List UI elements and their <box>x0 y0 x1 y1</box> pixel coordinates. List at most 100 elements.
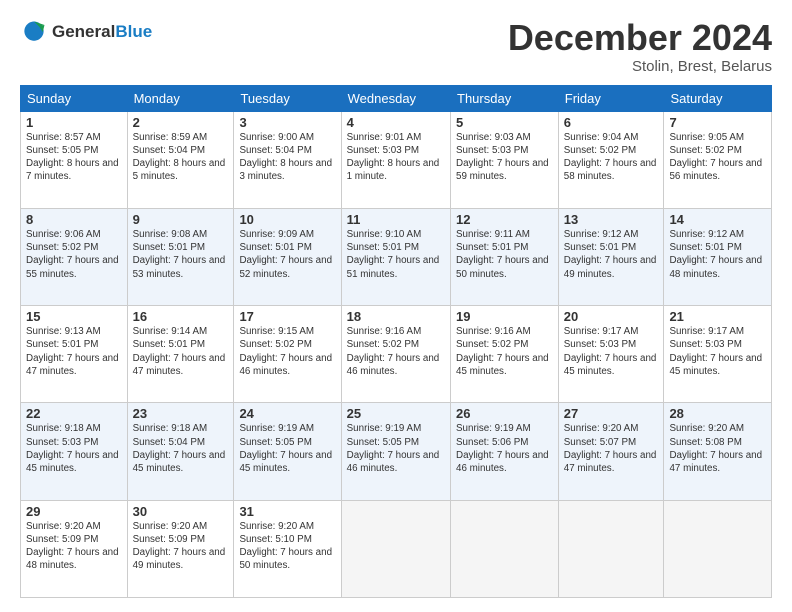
calendar-cell: 15Sunrise: 9:13 AMSunset: 5:01 PMDayligh… <box>21 306 128 403</box>
day-number: 15 <box>26 309 122 324</box>
day-number: 18 <box>347 309 445 324</box>
calendar-cell: 17Sunrise: 9:15 AMSunset: 5:02 PMDayligh… <box>234 306 341 403</box>
day-info: Sunrise: 9:20 AMSunset: 5:08 PMDaylight:… <box>669 422 766 475</box>
calendar-cell: 31Sunrise: 9:20 AMSunset: 5:10 PMDayligh… <box>234 500 341 597</box>
day-info: Sunrise: 9:14 AMSunset: 5:01 PMDaylight:… <box>133 325 229 378</box>
calendar-table: Sunday Monday Tuesday Wednesday Thursday… <box>20 85 772 598</box>
calendar-cell: 18Sunrise: 9:16 AMSunset: 5:02 PMDayligh… <box>341 306 450 403</box>
calendar-cell: 6Sunrise: 9:04 AMSunset: 5:02 PMDaylight… <box>558 111 664 208</box>
day-info: Sunrise: 9:16 AMSunset: 5:02 PMDaylight:… <box>347 325 445 378</box>
day-number: 5 <box>456 115 553 130</box>
day-info: Sunrise: 9:04 AMSunset: 5:02 PMDaylight:… <box>564 131 659 184</box>
calendar-cell: 30Sunrise: 9:20 AMSunset: 5:09 PMDayligh… <box>127 500 234 597</box>
day-number: 24 <box>239 406 335 421</box>
day-info: Sunrise: 9:19 AMSunset: 5:05 PMDaylight:… <box>239 422 335 475</box>
calendar-cell: 2Sunrise: 8:59 AMSunset: 5:04 PMDaylight… <box>127 111 234 208</box>
day-number: 23 <box>133 406 229 421</box>
day-info: Sunrise: 9:06 AMSunset: 5:02 PMDaylight:… <box>26 228 122 281</box>
day-info: Sunrise: 9:13 AMSunset: 5:01 PMDaylight:… <box>26 325 122 378</box>
calendar-cell: 24Sunrise: 9:19 AMSunset: 5:05 PMDayligh… <box>234 403 341 500</box>
col-monday: Monday <box>127 85 234 111</box>
day-info: Sunrise: 8:57 AMSunset: 5:05 PMDaylight:… <box>26 131 122 184</box>
col-thursday: Thursday <box>451 85 559 111</box>
calendar-cell: 10Sunrise: 9:09 AMSunset: 5:01 PMDayligh… <box>234 208 341 305</box>
day-number: 28 <box>669 406 766 421</box>
calendar-cell: 3Sunrise: 9:00 AMSunset: 5:04 PMDaylight… <box>234 111 341 208</box>
day-number: 12 <box>456 212 553 227</box>
calendar-cell: 26Sunrise: 9:19 AMSunset: 5:06 PMDayligh… <box>451 403 559 500</box>
calendar-cell: 11Sunrise: 9:10 AMSunset: 5:01 PMDayligh… <box>341 208 450 305</box>
day-number: 17 <box>239 309 335 324</box>
page: GeneralBlue December 2024 Stolin, Brest,… <box>0 0 792 612</box>
day-info: Sunrise: 9:18 AMSunset: 5:04 PMDaylight:… <box>133 422 229 475</box>
day-number: 11 <box>347 212 445 227</box>
day-number: 6 <box>564 115 659 130</box>
day-number: 2 <box>133 115 229 130</box>
col-saturday: Saturday <box>664 85 772 111</box>
calendar-week-3: 15Sunrise: 9:13 AMSunset: 5:01 PMDayligh… <box>21 306 772 403</box>
day-info: Sunrise: 9:08 AMSunset: 5:01 PMDaylight:… <box>133 228 229 281</box>
day-number: 30 <box>133 504 229 519</box>
day-info: Sunrise: 9:20 AMSunset: 5:07 PMDaylight:… <box>564 422 659 475</box>
day-info: Sunrise: 9:17 AMSunset: 5:03 PMDaylight:… <box>669 325 766 378</box>
calendar-cell: 27Sunrise: 9:20 AMSunset: 5:07 PMDayligh… <box>558 403 664 500</box>
calendar-week-5: 29 Sunrise: 9:20 AMSunset: 5:09 PMDayligh… <box>21 500 772 597</box>
title-section: December 2024 Stolin, Brest, Belarus <box>508 18 772 75</box>
calendar-cell <box>664 500 772 597</box>
day-number: 29 <box>26 504 122 519</box>
calendar-cell <box>558 500 664 597</box>
calendar-cell: 13Sunrise: 9:12 AMSunset: 5:01 PMDayligh… <box>558 208 664 305</box>
calendar-cell: 1Sunrise: 8:57 AMSunset: 5:05 PMDaylight… <box>21 111 128 208</box>
day-number: 19 <box>456 309 553 324</box>
calendar-week-1: 1Sunrise: 8:57 AMSunset: 5:05 PMDaylight… <box>21 111 772 208</box>
col-friday: Friday <box>558 85 664 111</box>
day-number: 31 <box>239 504 335 519</box>
day-info: Sunrise: 9:15 AMSunset: 5:02 PMDaylight:… <box>239 325 335 378</box>
calendar-cell: 29Sunrise: 9:20 AMSunset: 5:09 PMDayligh… <box>21 500 128 597</box>
day-info: Sunrise: 9:20 AMSunset: 5:09 PMDaylight:… <box>133 520 229 573</box>
day-info: Sunrise: 9:16 AMSunset: 5:02 PMDaylight:… <box>456 325 553 378</box>
day-number: 25 <box>347 406 445 421</box>
header-row: Sunday Monday Tuesday Wednesday Thursday… <box>21 85 772 111</box>
day-number: 10 <box>239 212 335 227</box>
day-number: 9 <box>133 212 229 227</box>
day-info: Sunrise: 9:03 AMSunset: 5:03 PMDaylight:… <box>456 131 553 184</box>
calendar-cell: 7Sunrise: 9:05 AMSunset: 5:02 PMDaylight… <box>664 111 772 208</box>
day-number: 26 <box>456 406 553 421</box>
calendar-cell: 20Sunrise: 9:17 AMSunset: 5:03 PMDayligh… <box>558 306 664 403</box>
day-info: Sunrise: 9:09 AMSunset: 5:01 PMDaylight:… <box>239 228 335 281</box>
calendar-cell: 5Sunrise: 9:03 AMSunset: 5:03 PMDaylight… <box>451 111 559 208</box>
day-info: Sunrise: 9:12 AMSunset: 5:01 PMDaylight:… <box>669 228 766 281</box>
day-info: Sunrise: 9:11 AMSunset: 5:01 PMDaylight:… <box>456 228 553 281</box>
day-number: 27 <box>564 406 659 421</box>
calendar-cell: 12Sunrise: 9:11 AMSunset: 5:01 PMDayligh… <box>451 208 559 305</box>
day-number: 1 <box>26 115 122 130</box>
calendar-cell: 4Sunrise: 9:01 AMSunset: 5:03 PMDaylight… <box>341 111 450 208</box>
day-number: 8 <box>26 212 122 227</box>
calendar-cell: 16Sunrise: 9:14 AMSunset: 5:01 PMDayligh… <box>127 306 234 403</box>
day-info: Sunrise: 9:10 AMSunset: 5:01 PMDaylight:… <box>347 228 445 281</box>
day-number: 3 <box>239 115 335 130</box>
logo: GeneralBlue <box>20 18 152 46</box>
day-number: 13 <box>564 212 659 227</box>
day-number: 21 <box>669 309 766 324</box>
calendar-week-4: 22Sunrise: 9:18 AMSunset: 5:03 PMDayligh… <box>21 403 772 500</box>
day-number: 16 <box>133 309 229 324</box>
calendar-cell: 23Sunrise: 9:18 AMSunset: 5:04 PMDayligh… <box>127 403 234 500</box>
day-info: Sunrise: 9:18 AMSunset: 5:03 PMDaylight:… <box>26 422 122 475</box>
col-sunday: Sunday <box>21 85 128 111</box>
day-info: Sunrise: 9:00 AMSunset: 5:04 PMDaylight:… <box>239 131 335 184</box>
col-tuesday: Tuesday <box>234 85 341 111</box>
day-info: Sunrise: 9:20 AMSunset: 5:10 PMDaylight:… <box>239 520 335 573</box>
calendar-cell: 14Sunrise: 9:12 AMSunset: 5:01 PMDayligh… <box>664 208 772 305</box>
calendar-cell: 25Sunrise: 9:19 AMSunset: 5:05 PMDayligh… <box>341 403 450 500</box>
main-title: December 2024 <box>508 18 772 58</box>
day-info: Sunrise: 8:59 AMSunset: 5:04 PMDaylight:… <box>133 131 229 184</box>
day-number: 22 <box>26 406 122 421</box>
day-info: Sunrise: 9:19 AMSunset: 5:05 PMDaylight:… <box>347 422 445 475</box>
calendar-week-2: 8Sunrise: 9:06 AMSunset: 5:02 PMDaylight… <box>21 208 772 305</box>
day-info: Sunrise: 9:05 AMSunset: 5:02 PMDaylight:… <box>669 131 766 184</box>
logo-icon <box>20 18 48 46</box>
calendar-cell: 19Sunrise: 9:16 AMSunset: 5:02 PMDayligh… <box>451 306 559 403</box>
calendar-cell <box>451 500 559 597</box>
